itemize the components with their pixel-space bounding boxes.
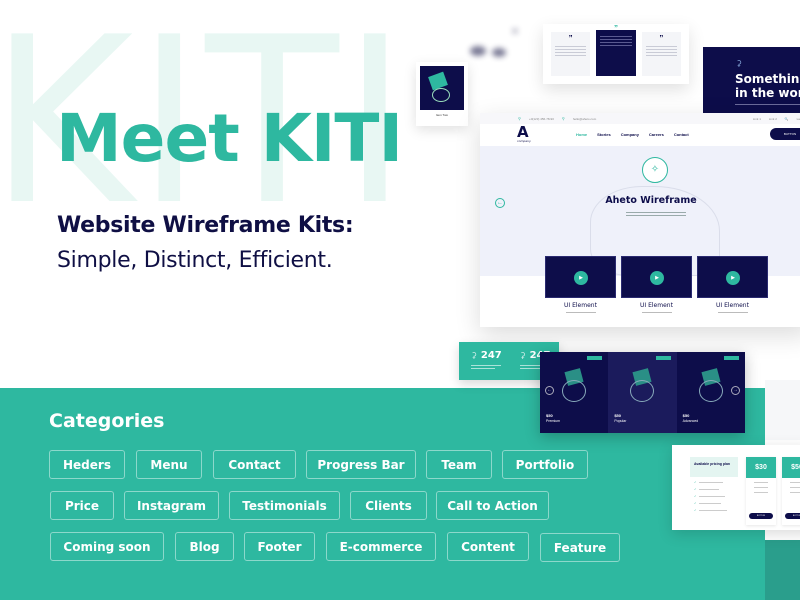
pen-tool-icon: ⚳ bbox=[736, 59, 742, 68]
mini-portfolio-card: Item Two bbox=[416, 62, 468, 126]
mockup-nav-button: BUTTON bbox=[770, 128, 800, 140]
price-column: $30 BUTTON bbox=[746, 457, 776, 525]
category-tag-progress-bar[interactable]: Progress Bar bbox=[306, 450, 416, 479]
play-icon: ▶ bbox=[574, 271, 588, 285]
category-tag-instagram[interactable]: Instagram bbox=[124, 491, 219, 520]
coming-soon-banner-preview: ⚳ Something a in the works bbox=[703, 47, 800, 113]
category-tag-footer[interactable]: Footer bbox=[244, 532, 315, 561]
category-tag-blog[interactable]: Blog bbox=[175, 532, 234, 561]
category-tag-clients[interactable]: Clients bbox=[350, 491, 427, 520]
categories-title: Categories bbox=[49, 410, 165, 432]
category-tag-heders[interactable]: Heders bbox=[49, 450, 125, 479]
testimonial-item-active: ” bbox=[596, 24, 636, 76]
hero-tagline: Simple, Distinct, Efficient. bbox=[57, 248, 333, 273]
mini-card-label: Item Two bbox=[435, 113, 449, 117]
hero-title: Meet KITI bbox=[56, 100, 403, 177]
blurred-illustration bbox=[460, 20, 550, 70]
pricing-slide: → $50 Advanced bbox=[677, 352, 745, 433]
pen-tool-icon: ✧ bbox=[642, 157, 668, 183]
category-tag-e-commerce[interactable]: E-commerce bbox=[326, 532, 436, 561]
hero-subtitle: Website Wireframe Kits: bbox=[57, 213, 354, 238]
menu-item-stories: Stories bbox=[597, 132, 611, 137]
pricing-slider-preview: ← $50 Premium $50 Popular → $50 Advanced bbox=[540, 352, 745, 433]
category-tag-portfolio[interactable]: Portfolio bbox=[502, 450, 588, 479]
menu-item-home: Home bbox=[576, 132, 588, 137]
search-icon: 🔍 bbox=[784, 116, 789, 121]
check-icon: ✓ bbox=[694, 494, 697, 498]
arrow-left-icon: ← bbox=[545, 386, 554, 395]
banner-title: Something a in the works bbox=[735, 72, 800, 100]
mockup-nav: A company Home Stories Company Careers C… bbox=[480, 124, 800, 146]
play-icon: ▶ bbox=[650, 271, 664, 285]
category-tag-menu[interactable]: Menu bbox=[136, 450, 202, 479]
category-tag-price[interactable]: Price bbox=[50, 491, 114, 520]
phone-icon: ⚲ bbox=[518, 116, 521, 121]
mockup-logo: A company bbox=[517, 123, 531, 143]
pen-tool-icon: ⚳ bbox=[471, 351, 477, 360]
price-table-preview: Available pricing plan ✓ ✓ ✓ ✓ ✓ $30 BUT… bbox=[672, 445, 800, 530]
mockup-cards: ▶ UI Element ▶ UI Element ▶ UI Element bbox=[545, 256, 768, 313]
check-icon: ✓ bbox=[694, 508, 697, 512]
check-icon: ✓ bbox=[694, 501, 697, 505]
mail-icon: ⚲ bbox=[561, 116, 565, 121]
category-tag-content[interactable]: Content bbox=[447, 532, 529, 561]
quote-icon: ” bbox=[568, 34, 573, 43]
arrow-right-icon: → bbox=[730, 386, 740, 395]
ui-element-card: ▶ UI Element bbox=[697, 256, 768, 313]
testimonial-item: ” bbox=[641, 32, 681, 76]
pen-tool-icon: ⚳ bbox=[519, 351, 526, 360]
mockup-menu: Home Stories Company Careers Contact bbox=[576, 132, 689, 137]
pricing-slide: $50 Popular bbox=[608, 352, 677, 433]
category-tag-contact[interactable]: Contact bbox=[213, 450, 296, 479]
price-column: $50 BUTTON bbox=[782, 457, 800, 525]
category-tag-coming-soon[interactable]: Coming soon bbox=[50, 532, 164, 561]
illustration-image bbox=[420, 66, 464, 110]
mockup-hero-title: Aheto Wireframe bbox=[605, 195, 697, 206]
play-icon: ▶ bbox=[726, 271, 740, 285]
ui-element-card: ▶ UI Element bbox=[621, 256, 692, 313]
menu-item-company: Company bbox=[620, 132, 639, 137]
check-icon: ✓ bbox=[694, 480, 697, 484]
check-icon: ✓ bbox=[694, 487, 697, 491]
category-tag-call-to-action[interactable]: Call to Action bbox=[436, 491, 549, 520]
website-mockup: ⚲ +0(123) 456-78-90 ⚲ hello@aheto.com Link… bbox=[480, 113, 800, 327]
pricing-slide: ← $50 Premium bbox=[540, 352, 608, 433]
ui-element-card: ▶ UI Element bbox=[545, 256, 616, 313]
category-tag-feature[interactable]: Feature bbox=[540, 533, 620, 562]
quote-icon: ” bbox=[613, 24, 618, 33]
stat-item: ⚳247 bbox=[471, 350, 502, 380]
testimonial-item: ” bbox=[551, 32, 591, 76]
menu-item-contact: Contact bbox=[673, 132, 689, 137]
quote-icon: ” bbox=[659, 34, 664, 43]
menu-item-careers: Careers bbox=[648, 132, 664, 137]
testimonial-preview: ” ” ” bbox=[543, 24, 689, 84]
category-tag-testimonials[interactable]: Testimonials bbox=[229, 491, 340, 520]
category-tag-team[interactable]: Team bbox=[426, 450, 492, 479]
